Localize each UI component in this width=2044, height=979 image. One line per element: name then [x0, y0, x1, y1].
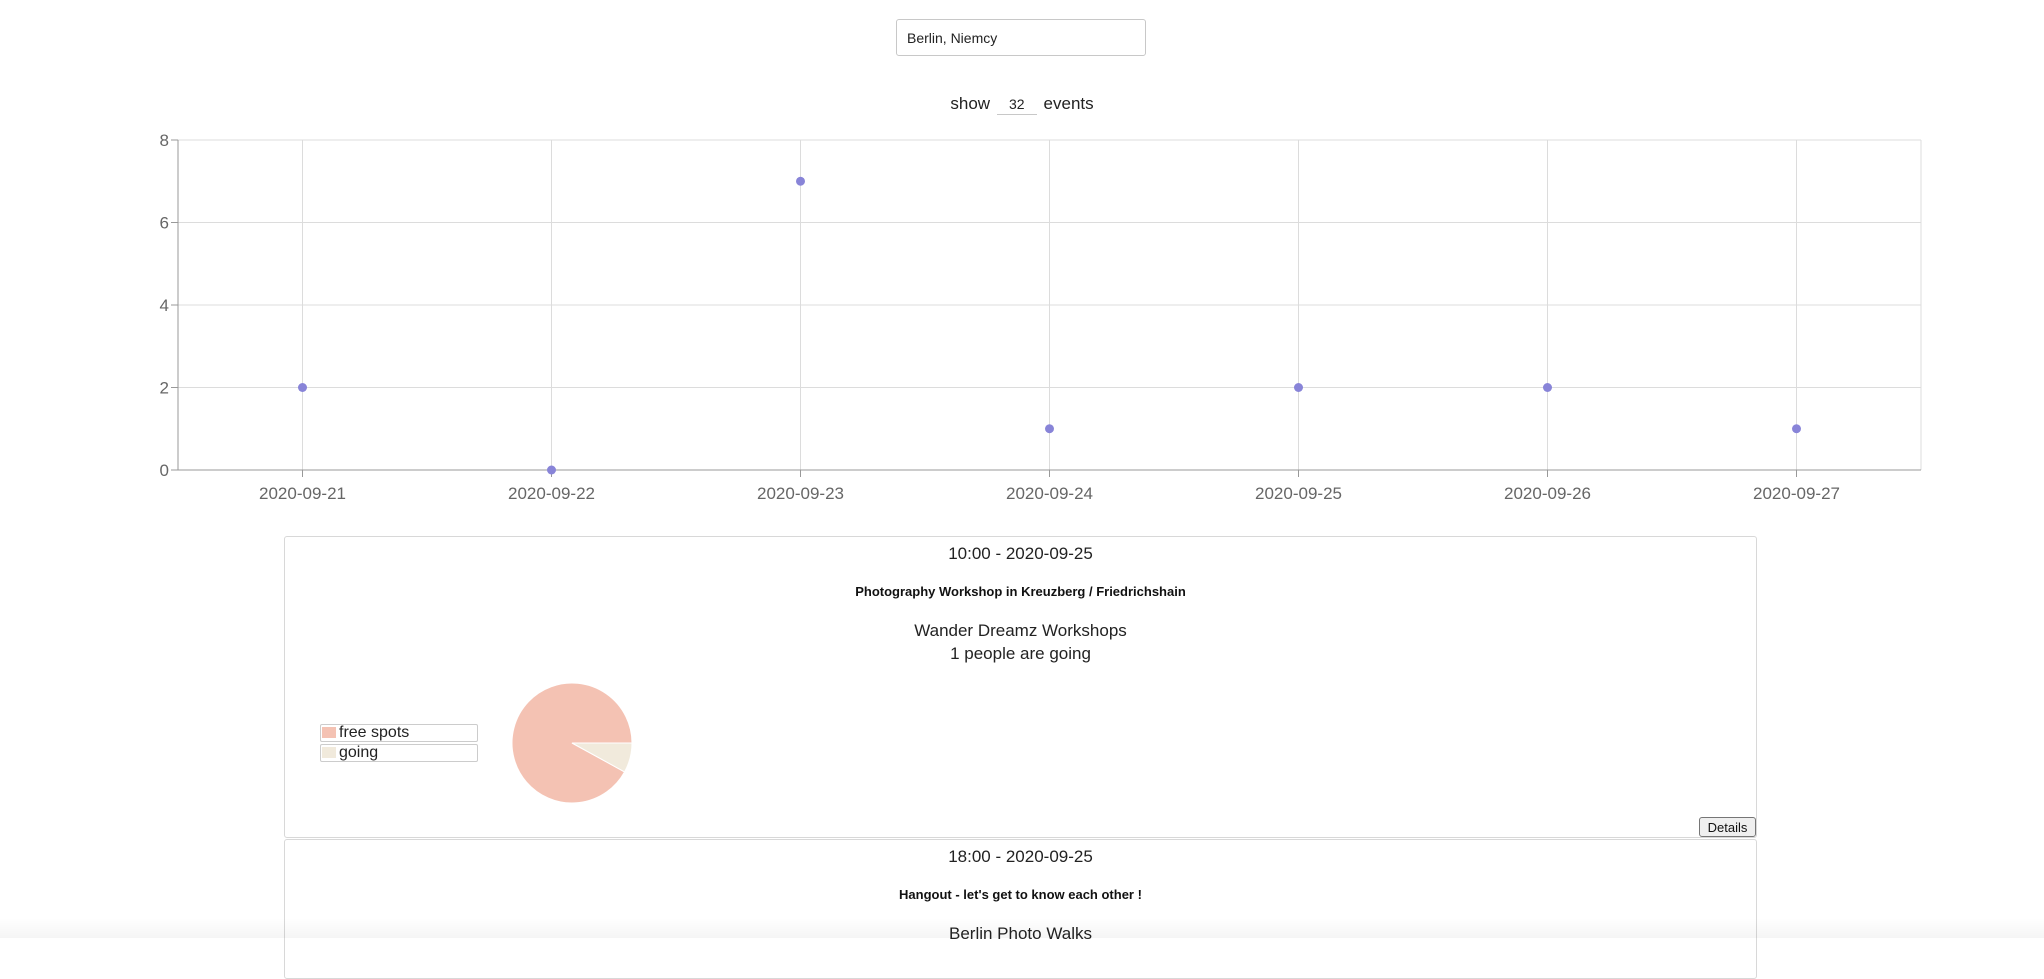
y-tick-label: 4 — [160, 296, 169, 315]
data-point — [1543, 383, 1552, 392]
y-tick-label: 0 — [160, 461, 169, 480]
events-per-day-chart: 0 2 4 6 8 2020-09-21 2020-09-22 2020-09-23 2020-… — [160, 131, 1922, 503]
data-point — [298, 383, 307, 392]
event-going-count: 1 people are going — [950, 644, 1091, 663]
data-point — [1294, 383, 1303, 392]
data-point — [547, 465, 556, 475]
x-tick-label: 2020-09-27 — [1753, 484, 1840, 503]
legend-swatch-free-spots — [322, 727, 336, 738]
legend-item-going[interactable]: going — [320, 744, 478, 762]
data-point — [1045, 424, 1054, 434]
event-time: 18:00 - 2020-09-25 — [948, 847, 1093, 866]
x-tick-label: 2020-09-25 — [1255, 484, 1342, 503]
data-point — [1792, 424, 1801, 434]
x-tick-label: 2020-09-24 — [1006, 484, 1093, 503]
chart-grid — [178, 139, 1922, 470]
details-button[interactable]: Details — [1699, 817, 1756, 837]
y-tick-label: 2 — [160, 379, 169, 398]
event-time: 10:00 - 2020-09-25 — [948, 544, 1093, 563]
event-title: Photography Workshop in Kreuzberg / Frie… — [855, 584, 1186, 599]
chart-ticks: 0 2 4 6 8 2020-09-21 2020-09-22 2020-09-23 2020-… — [160, 131, 1840, 503]
legend-swatch-going — [322, 747, 336, 758]
event-title: Hangout - let's get to know each other ! — [899, 887, 1142, 902]
attendance-pie-chart — [511, 682, 633, 804]
x-tick-label: 2020-09-23 — [757, 484, 844, 503]
x-tick-label: 2020-09-22 — [508, 484, 595, 503]
event-card: 18:00 - 2020-09-25 Hangout - let's get t… — [284, 839, 1757, 979]
y-tick-label: 6 — [160, 214, 169, 233]
event-card: 10:00 - 2020-09-25 Photography Workshop … — [284, 536, 1757, 838]
y-tick-label: 8 — [160, 131, 169, 150]
x-tick-label: 2020-09-21 — [259, 484, 346, 503]
legend-label: free spots — [339, 724, 410, 741]
event-group: Wander Dreamz Workshops — [914, 621, 1127, 640]
legend-label: going — [339, 744, 379, 761]
bottom-shadow — [0, 918, 2044, 938]
x-tick-label: 2020-09-26 — [1504, 484, 1591, 503]
data-point — [796, 176, 805, 186]
legend-item-free-spots[interactable]: free spots — [320, 724, 478, 742]
